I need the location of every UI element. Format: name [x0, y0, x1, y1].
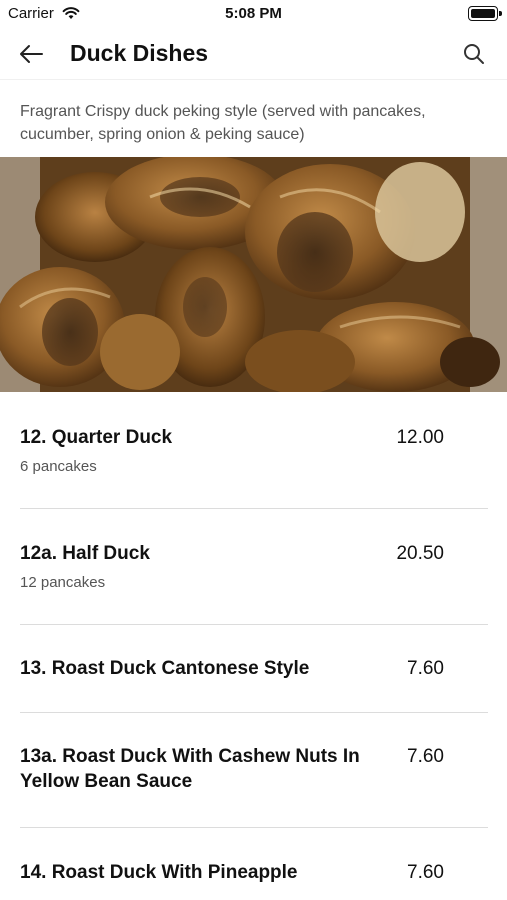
battery-icon [468, 6, 502, 21]
nav-bar: Duck Dishes [0, 28, 507, 80]
item-name: 12. Quarter Duck [20, 427, 173, 448]
item-description: 6 pancakes [20, 458, 97, 475]
menu-item[interactable]: 12. Quarter Duck 12.00 6 pancakes [20, 392, 488, 509]
category-description: Fragrant Crispy duck peking style (serve… [20, 103, 426, 143]
menu-item[interactable]: 14. Roast Duck With Pineapple 7.60 [20, 828, 488, 900]
item-name: 13a. Roast Duck With Cashew Nuts In Yell… [20, 746, 360, 792]
search-button[interactable] [459, 39, 489, 69]
item-price: 12.00 [396, 427, 444, 448]
menu-item[interactable]: 13. Roast Duck Cantonese Style 7.60 [20, 625, 488, 713]
arrow-left-icon [20, 45, 43, 63]
menu-item[interactable]: 13a. Roast Duck With Cashew Nuts In Yell… [20, 713, 488, 828]
page-title: Duck Dishes [70, 40, 209, 66]
item-price: 20.50 [396, 543, 444, 564]
item-description: 12 pancakes [20, 574, 106, 591]
menu-item[interactable]: 12a. Half Duck 20.50 12 pancakes [20, 509, 488, 625]
item-name: 12a. Half Duck [20, 543, 150, 564]
item-name: 13. Roast Duck Cantonese Style [20, 658, 310, 679]
item-name: 14. Roast Duck With Pineapple [20, 862, 298, 883]
status-bar: Carrier 5:08 PM [0, 0, 507, 28]
dish-photo [0, 157, 507, 392]
dish-photo-illustration [0, 157, 507, 392]
item-price: 7.60 [407, 746, 444, 767]
back-button[interactable] [14, 38, 50, 70]
search-icon [464, 44, 484, 64]
clock: 5:08 PM [225, 5, 282, 22]
menu-list: 12. Quarter Duck 12.00 6 pancakes 12a. H… [0, 392, 507, 900]
item-price: 7.60 [407, 658, 444, 679]
item-price: 7.60 [407, 862, 444, 883]
